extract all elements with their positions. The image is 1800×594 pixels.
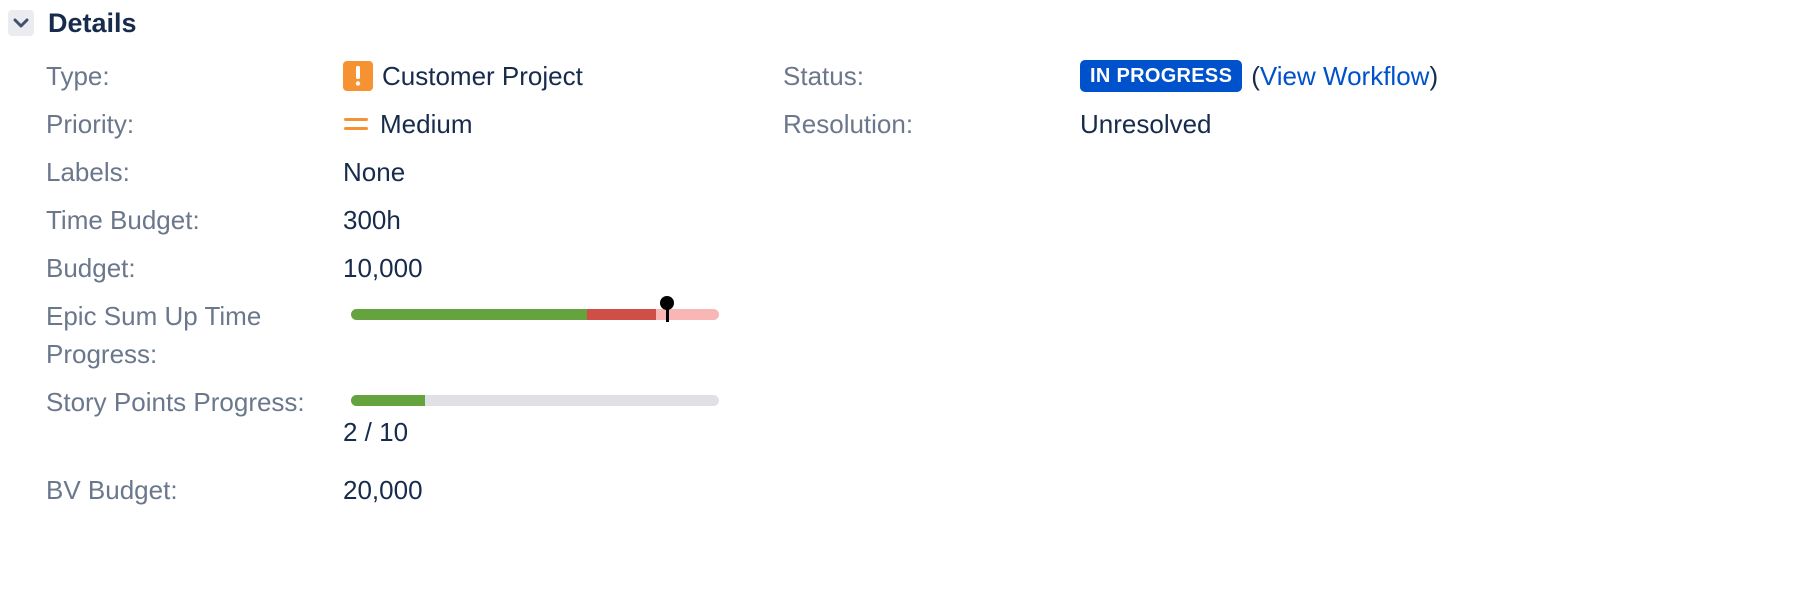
- epic-progress-completed: [351, 309, 587, 320]
- story-points-done: [351, 395, 425, 406]
- time-budget-label: Time Budget:: [46, 205, 200, 235]
- budget-value: 10,000: [343, 253, 423, 283]
- resolution-value: Unresolved: [1080, 109, 1212, 139]
- epic-sum-up-label-line2: Progress:: [46, 339, 158, 369]
- labels-value: None: [343, 157, 406, 187]
- priority-value: Medium: [343, 105, 472, 143]
- bv-budget-label: BV Budget:: [46, 475, 178, 505]
- epic-progress-overrun: [586, 309, 657, 320]
- status-badge[interactable]: IN PROGRESS: [1080, 60, 1243, 92]
- priority-value-text: Medium: [380, 109, 473, 139]
- epic-progress-marker-head: [660, 296, 675, 310]
- story-points-label: Story Points Progress:: [46, 387, 305, 417]
- type-value: Customer Project: [343, 57, 583, 95]
- resolution-label: Resolution:: [783, 109, 914, 139]
- type-label: Type:: [46, 61, 110, 91]
- time-budget-value: 300h: [343, 205, 401, 235]
- bv-budget-value: 20,000: [343, 475, 423, 505]
- priority-medium-icon: [343, 115, 369, 133]
- priority-label: Priority:: [46, 109, 135, 139]
- view-workflow-link[interactable]: View Workflow: [1260, 61, 1430, 92]
- workflow-paren-close: ): [1429, 60, 1439, 91]
- type-value-text: Customer Project: [382, 61, 583, 91]
- epic-sum-up-progress: [351, 296, 719, 326]
- epic-sum-up-label-line1: Epic Sum Up Time: [46, 301, 262, 331]
- story-points-progress: [351, 395, 719, 406]
- status-label: Status:: [783, 61, 864, 91]
- labels-label: Labels:: [46, 157, 130, 187]
- workflow-paren-open: (: [1251, 60, 1260, 91]
- exclamation-icon: [343, 61, 373, 91]
- details-section-header[interactable]: Details: [8, 8, 137, 38]
- section-title: Details: [48, 7, 137, 38]
- budget-label: Budget:: [46, 253, 136, 283]
- status-value: IN PROGRESS ( View Workflow ): [1080, 60, 1438, 92]
- story-points-value: 2 / 10: [343, 417, 409, 447]
- chevron-down-icon[interactable]: [8, 10, 34, 36]
- epic-progress-track: [351, 309, 719, 320]
- epic-sum-up-label: Epic Sum Up Time Progress:: [46, 297, 261, 373]
